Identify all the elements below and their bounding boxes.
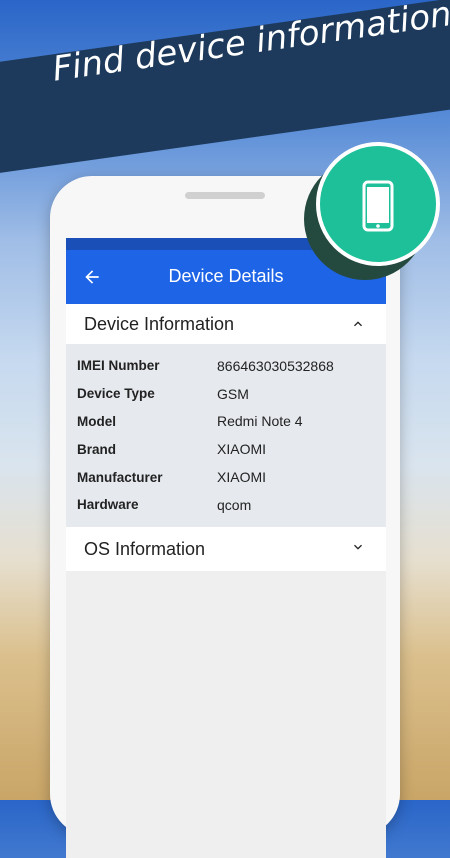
device-information-title: Device Information bbox=[84, 314, 235, 334]
table-row: Brand XIAOMI bbox=[66, 435, 386, 463]
phone-screen: Device Details Device Information IMEI N… bbox=[66, 238, 386, 858]
device-information-table: IMEI Number 866463030532868 Device Type … bbox=[66, 344, 386, 527]
row-value: XIAOMI bbox=[217, 469, 267, 486]
table-row: Manufacturer XIAOMI bbox=[66, 463, 386, 491]
smartphone-icon bbox=[362, 180, 394, 232]
table-row: Model Redmi Note 4 bbox=[66, 408, 386, 436]
badge-circle bbox=[316, 142, 440, 266]
row-key: Model bbox=[77, 413, 116, 429]
chevron-up-icon[interactable] bbox=[350, 316, 366, 332]
smartphone-badge bbox=[304, 140, 442, 280]
row-value: qcom bbox=[217, 496, 252, 513]
phone-speaker bbox=[185, 192, 265, 199]
row-key: Device Type bbox=[77, 386, 155, 402]
row-value: Redmi Note 4 bbox=[217, 413, 303, 430]
table-row: Device Type GSM bbox=[66, 380, 386, 408]
os-information-header[interactable]: OS Information bbox=[66, 526, 386, 571]
row-value: 866463030532868 bbox=[217, 357, 334, 374]
row-value: XIAOMI bbox=[217, 441, 267, 458]
row-value: GSM bbox=[217, 385, 249, 402]
table-row: Hardware qcom bbox=[66, 491, 386, 519]
os-information-title: OS Information bbox=[84, 538, 206, 559]
row-key: IMEI Number bbox=[77, 358, 160, 374]
row-key: Manufacturer bbox=[77, 469, 163, 485]
device-information-header[interactable]: Device Information bbox=[66, 304, 386, 344]
chevron-down-icon[interactable] bbox=[350, 539, 366, 555]
table-row: IMEI Number 866463030532868 bbox=[66, 352, 386, 380]
row-key: Hardware bbox=[77, 497, 139, 513]
row-key: Brand bbox=[77, 441, 117, 457]
